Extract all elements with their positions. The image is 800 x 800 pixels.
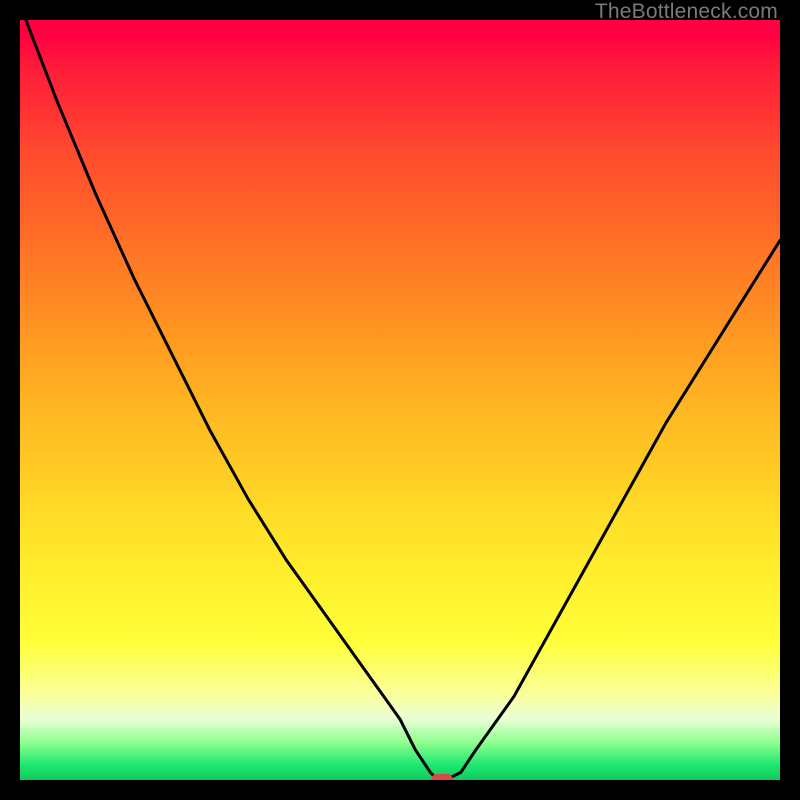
chart-frame: TheBottleneck.com [0,0,800,800]
curve-svg [20,20,780,780]
bottleneck-curve [20,20,780,780]
plot-area [20,20,780,780]
optimum-marker [431,774,453,780]
